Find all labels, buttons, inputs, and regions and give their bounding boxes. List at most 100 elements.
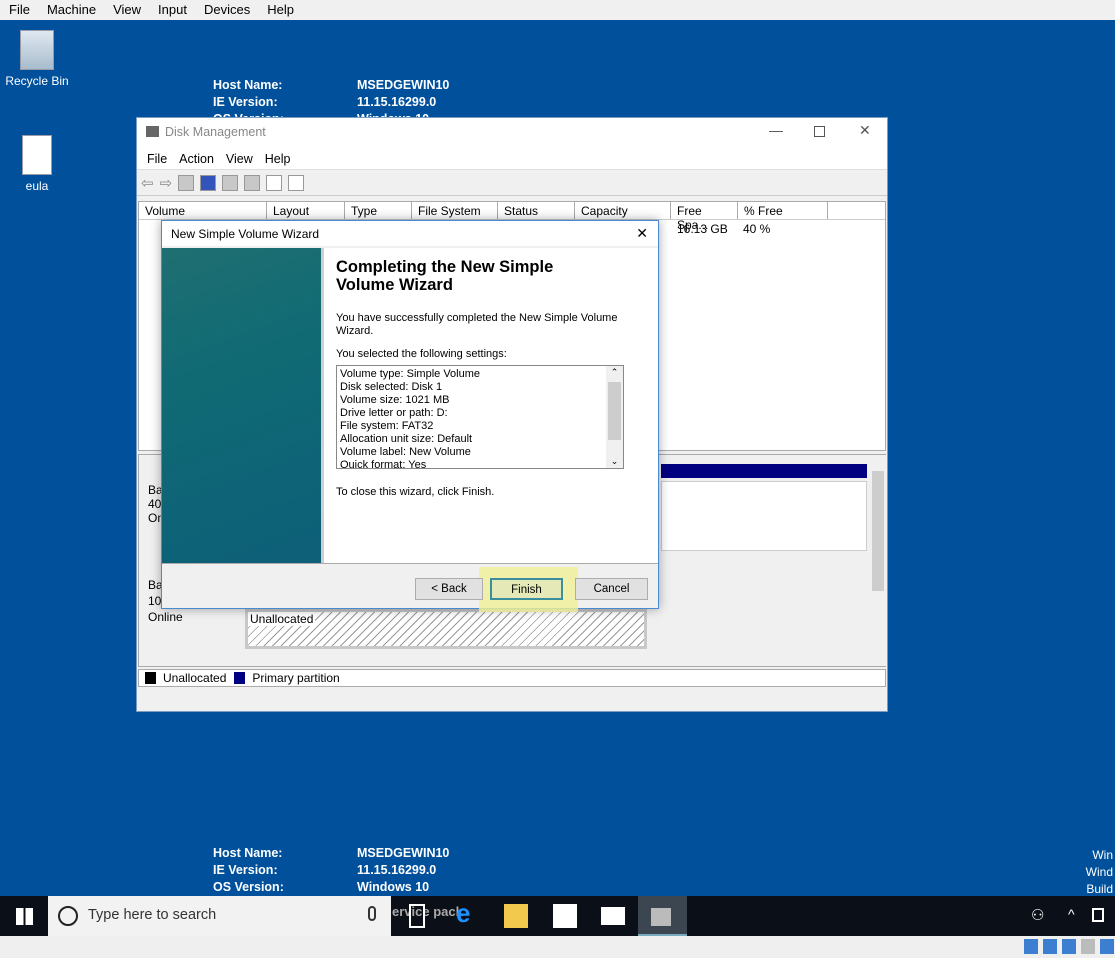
back-arrow-icon[interactable]: ⇦ [141,174,154,192]
cancel-button[interactable]: Cancel [575,578,648,600]
properties-icon[interactable] [288,174,305,191]
vertical-scrollbar[interactable] [870,455,886,666]
connect-disk-icon[interactable] [244,174,261,191]
task-view-icon[interactable] [409,904,425,928]
col-percent-free[interactable]: % Free [738,202,828,219]
settings-list[interactable]: Volume type: Simple Volume Disk selected… [336,365,624,469]
os-value: Windows 10 [357,880,430,894]
scroll-up-icon[interactable]: ⌃ [606,366,623,379]
store-icon[interactable] [553,904,577,928]
microphone-icon[interactable] [368,906,376,921]
wizard-content: Completing the New Simple Volume Wizard … [321,248,658,563]
edge-icon[interactable]: e [456,898,480,928]
primary-partition-bar [661,464,867,478]
vm-status-bar [0,936,1115,958]
column-headers: Volume Layout Type File System Status Ca… [139,202,885,232]
taskbar: Type here to search ervice pack e ⚇ ^ [0,896,1115,936]
free-space-cell: 16.13 GB [677,222,728,236]
watermark-line: Win [1092,848,1113,862]
setting-item: File system: FAT32 [340,420,434,432]
setting-item: Volume size: 1021 MB [340,394,450,406]
disk-1-status: Online [148,610,183,624]
finish-button[interactable]: Finish [490,578,563,600]
menu-file[interactable]: File [0,0,38,20]
network-adapter-icon[interactable] [1062,939,1076,954]
scrollbar-thumb[interactable] [608,382,621,440]
file-explorer-icon[interactable] [504,904,528,928]
help-icon[interactable] [200,174,217,191]
unallocated-partition[interactable]: Unallocated [245,609,647,649]
menu-view[interactable]: View [220,152,259,169]
desktop-recycle-bin[interactable]: Recycle Bin [2,30,72,88]
scroll-down-icon[interactable]: ⌄ [606,455,623,468]
forward-arrow-icon[interactable]: ⇨ [160,174,173,192]
col-volume[interactable]: Volume [139,202,267,219]
cortana-icon [58,906,78,926]
action-pane-icon[interactable] [222,174,239,191]
show-hidden-icons[interactable]: ^ [1068,906,1075,922]
disk-0-partition[interactable] [661,481,867,551]
desktop-eula[interactable]: eula [2,135,72,193]
show-hide-tree-icon[interactable] [178,174,195,191]
legend-primary: Primary partition [252,671,340,685]
menu-view[interactable]: View [104,0,149,20]
settings-label: You selected the following settings: [336,348,507,360]
settings-scrollbar[interactable]: ⌃ ⌄ [606,366,623,468]
col-file-system[interactable]: File System [412,202,498,219]
optical-drive-icon[interactable] [1024,939,1038,954]
watermark-line: Wind [1085,865,1113,879]
new-simple-volume-wizard: New Simple Volume Wizard ✕ Completing th… [161,220,659,612]
col-type[interactable]: Type [345,202,412,219]
wizard-close-button[interactable]: ✕ [636,225,648,242]
legend-unallocated: Unallocated [163,671,227,685]
menu-machine[interactable]: Machine [38,0,104,20]
ie-label: IE Version: [213,863,278,877]
mail-icon[interactable] [601,907,625,925]
network-icon[interactable] [1092,908,1104,922]
people-icon[interactable]: ⚇ [1031,906,1044,924]
check-document-icon[interactable] [266,174,283,191]
minimize-button[interactable]: — [769,122,783,138]
col-status[interactable]: Status [498,202,575,219]
wizard-banner-image [162,248,321,563]
system-info-bottom: Host Name: MSEDGEWIN10 IE Version: 11.15.1… [213,845,449,896]
usb-icon[interactable] [1043,939,1057,954]
host-value: MSEDGEWIN10 [357,78,450,92]
back-button[interactable]: < Back [415,578,483,600]
setting-item: Quick format: Yes [340,459,427,469]
document-shortcut-icon [22,135,52,175]
search-placeholder: Type here to search [88,907,217,923]
unallocated-label: Unallocated [248,612,316,626]
menu-help[interactable]: Help [259,152,297,169]
col-layout[interactable]: Layout [267,202,345,219]
eula-label: eula [25,179,49,193]
setting-item: Drive letter or path: D: [340,407,448,419]
windows-watermark: Win Wind Build [1086,847,1113,898]
unallocated-swatch [145,672,156,684]
wizard-intro: You have successfully completed the New … [336,312,618,337]
menu-help[interactable]: Help [258,0,302,20]
search-box[interactable]: Type here to search [48,896,391,936]
close-button[interactable]: ✕ [859,122,871,139]
wizard-title: New Simple Volume Wizard [171,227,320,241]
host-label: Host Name: [213,78,283,92]
service-pack-partial: ervice pack [392,904,463,919]
menu-action[interactable]: Action [173,152,220,169]
col-free-space[interactable]: Free Spa... [671,202,738,232]
col-capacity[interactable]: Capacity [575,202,671,219]
host-value: MSEDGEWIN10 [357,846,450,860]
maximize-button[interactable] [814,126,825,137]
wizard-title-bar: New Simple Volume Wizard ✕ [162,221,658,246]
divider [162,563,658,564]
recycle-bin-label: Recycle Bin [5,74,69,88]
scrollbar-thumb[interactable] [872,471,884,591]
menu-bar: File Action View Help [137,146,887,170]
menu-devices[interactable]: Devices [195,0,258,20]
menu-input[interactable]: Input [149,0,195,20]
shared-folder-icon[interactable] [1081,939,1095,954]
menu-file[interactable]: File [141,152,173,169]
start-button[interactable] [16,908,33,925]
disk-management-taskbar-button[interactable] [638,896,687,936]
display-icon[interactable] [1100,939,1114,954]
window-title: Disk Management [165,125,266,139]
